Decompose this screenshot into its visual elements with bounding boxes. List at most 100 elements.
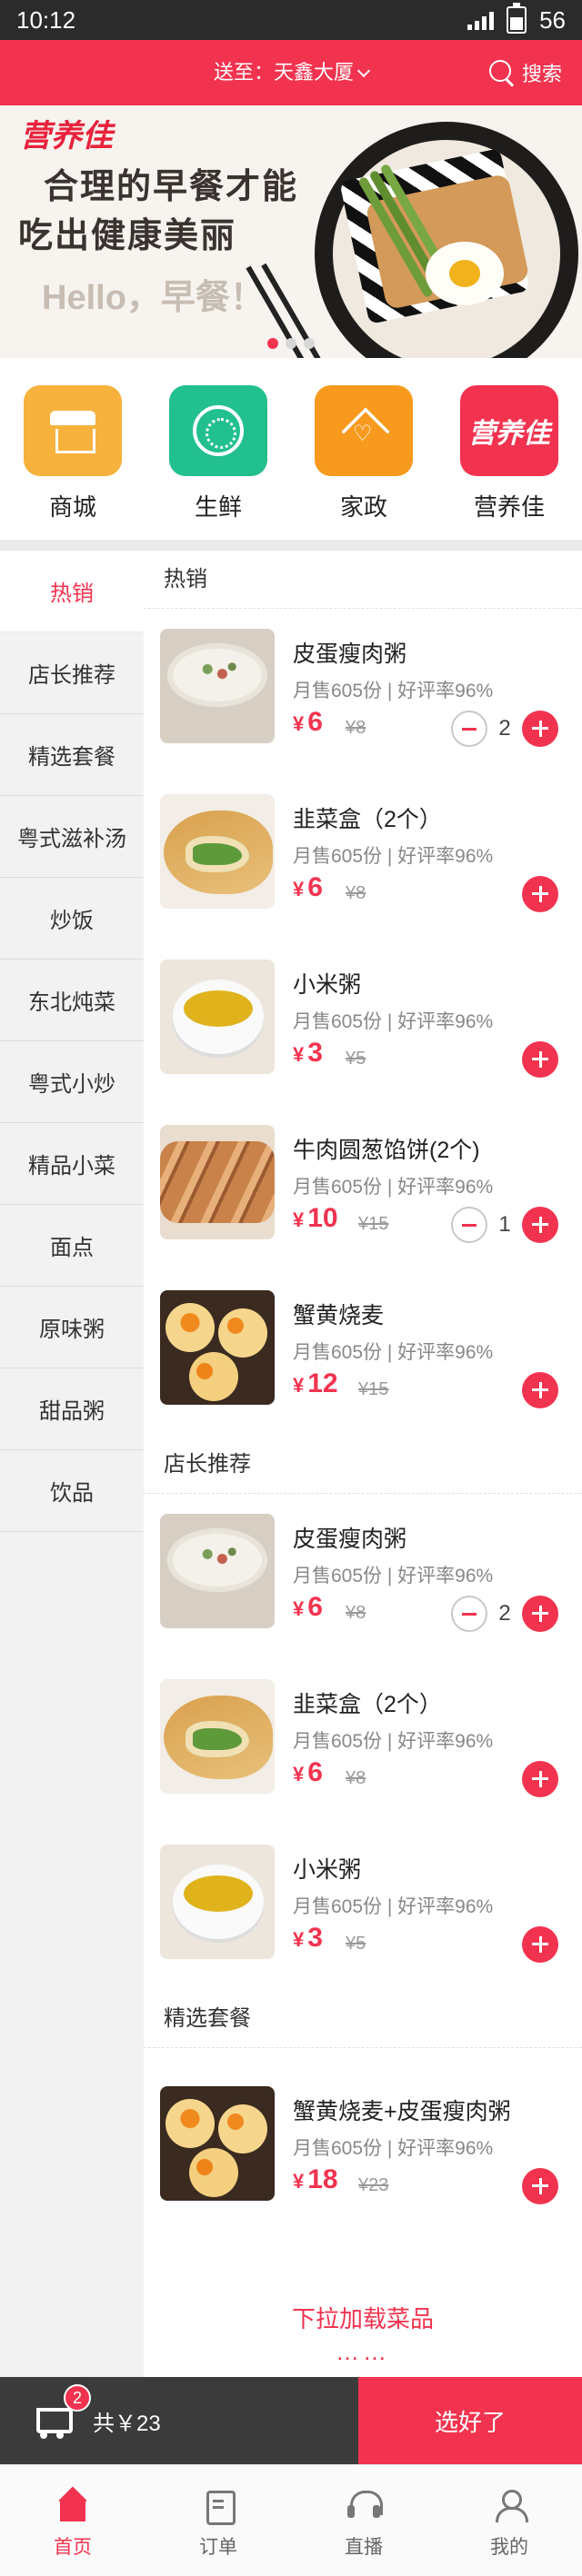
load-more-label[interactable]: 下拉加载菜品 bbox=[144, 2301, 582, 2334]
quantity-stepper: 2 bbox=[451, 1596, 558, 1632]
product-stats: 月售605份 | 好评率96% bbox=[293, 1566, 494, 1586]
battery-icon bbox=[507, 3, 527, 34]
product-image bbox=[160, 1514, 275, 1628]
add-to-cart-button[interactable] bbox=[522, 1926, 558, 1963]
quantity-value: 2 bbox=[498, 716, 511, 741]
sidebar-item-manager-pick[interactable]: 店长推荐 bbox=[0, 632, 144, 714]
product-item[interactable]: 蟹黄烧麦 月售605份 | 好评率96% ¥12 ¥15 bbox=[144, 1270, 582, 1436]
banner-dot[interactable] bbox=[267, 338, 278, 349]
decrease-quantity-button[interactable] bbox=[451, 711, 487, 747]
product-price: ¥18 bbox=[293, 2164, 338, 2195]
banner-pagination bbox=[0, 338, 582, 349]
add-to-cart-button[interactable] bbox=[522, 1041, 558, 1078]
category-label: 家政 bbox=[339, 493, 387, 521]
category-store[interactable]: 商城 bbox=[18, 385, 127, 540]
quantity-stepper bbox=[522, 1761, 558, 1797]
fresh-icon bbox=[169, 385, 267, 476]
decrease-quantity-button[interactable] bbox=[451, 1596, 487, 1632]
product-item[interactable]: 韭菜盒（2个） 月售605份 | 好评率96% ¥6 ¥8 bbox=[144, 1659, 582, 1825]
product-price: ¥6 bbox=[293, 1757, 323, 1788]
product-price: ¥12 bbox=[293, 1368, 338, 1399]
add-to-cart-button[interactable] bbox=[522, 1761, 558, 1797]
quantity-stepper bbox=[522, 1041, 558, 1078]
product-rating: 好评率96% bbox=[397, 1896, 494, 1917]
product-name: 韭菜盒（2个） bbox=[293, 807, 442, 832]
category-nutrition[interactable]: 营养佳 营养佳 bbox=[455, 385, 564, 540]
product-image bbox=[160, 1679, 275, 1794]
tab-profile[interactable]: 我的 bbox=[436, 2465, 582, 2576]
product-rating: 好评率96% bbox=[397, 1011, 494, 1032]
banner-slogan-line1: 合理的早餐才能 bbox=[44, 168, 299, 206]
product-item[interactable]: 小米粥 月售605份 | 好评率96% ¥3 ¥5 bbox=[144, 1825, 582, 1990]
sidebar-item-northeast-stew[interactable]: 东北炖菜 bbox=[0, 960, 144, 1041]
order-icon bbox=[201, 2489, 236, 2525]
status-bar: 10:12 56 bbox=[0, 0, 582, 40]
cart-summary[interactable]: 2 共￥23 bbox=[0, 2377, 358, 2464]
product-item[interactable]: 蟹黄烧麦+皮蛋瘦肉粥 月售605份 | 好评率96% ¥18 ¥23 bbox=[144, 2066, 582, 2232]
sidebar-item-cantonese-soup[interactable]: 粤式滋补汤 bbox=[0, 796, 144, 878]
add-to-cart-button[interactable] bbox=[522, 876, 558, 912]
cart-icon[interactable] bbox=[31, 2402, 73, 2439]
status-time: 10:12 bbox=[16, 5, 76, 34]
product-item[interactable]: 小米粥 月售605份 | 好评率96% ¥3 ¥5 bbox=[144, 940, 582, 1105]
product-item[interactable]: 牛肉圆葱馅饼(2个) 月售605份 | 好评率96% ¥10 ¥15 1 bbox=[144, 1105, 582, 1270]
tab-label: 直播 bbox=[345, 2537, 383, 2558]
add-to-cart-button[interactable] bbox=[522, 711, 558, 747]
search-button[interactable]: 搜索 bbox=[488, 40, 562, 105]
product-list[interactable]: 热销 皮蛋瘦肉粥 月售605份 | 好评率96% ¥6 ¥8 2 韭菜盒（2个）… bbox=[144, 551, 582, 2377]
product-sales: 月售605份 bbox=[293, 2138, 383, 2159]
product-old-price: ¥8 bbox=[346, 1768, 366, 1788]
add-to-cart-button[interactable] bbox=[522, 1596, 558, 1632]
product-item[interactable]: 皮蛋瘦肉粥 月售605份 | 好评率96% ¥6 ¥8 2 bbox=[144, 609, 582, 774]
category-fresh[interactable]: 生鲜 bbox=[164, 385, 273, 540]
product-sales: 月售605份 bbox=[293, 1177, 383, 1198]
quantity-stepper bbox=[522, 876, 558, 912]
product-image bbox=[160, 2086, 275, 2201]
sidebar-item-fried-rice[interactable]: 炒饭 bbox=[0, 878, 144, 960]
promo-banner[interactable]: 营养佳 合理的早餐才能 吃出健康美丽 Hello，早餐！ bbox=[0, 105, 582, 358]
chevron-down-icon bbox=[356, 64, 371, 78]
price-value: 3 bbox=[307, 1923, 323, 1953]
tab-home[interactable]: 首页 bbox=[0, 2465, 146, 2576]
product-price: ¥3 bbox=[293, 1038, 323, 1069]
sidebar-item-set-meals[interactable]: 精选套餐 bbox=[0, 714, 144, 796]
currency-symbol: ¥ bbox=[293, 1374, 305, 1397]
product-old-price: ¥15 bbox=[358, 1214, 389, 1234]
product-image bbox=[160, 1125, 275, 1239]
tab-orders[interactable]: 订单 bbox=[146, 2465, 291, 2576]
category-housekeeping[interactable]: 家政 bbox=[309, 385, 418, 540]
cart-total: 共￥23 bbox=[93, 2411, 161, 2436]
sidebar-item-drinks[interactable]: 饮品 bbox=[0, 1450, 144, 1532]
sidebar-item-side-dishes[interactable]: 精品小菜 bbox=[0, 1123, 144, 1205]
tab-live[interactable]: 直播 bbox=[291, 2465, 436, 2576]
section-title: 热销 bbox=[144, 551, 582, 609]
sidebar-item-pastry[interactable]: 面点 bbox=[0, 1205, 144, 1287]
sidebar-item-hot[interactable]: 热销 bbox=[0, 551, 144, 632]
checkout-button[interactable]: 选好了 bbox=[358, 2377, 582, 2464]
quantity-stepper bbox=[522, 1372, 558, 1408]
price-value: 3 bbox=[307, 1038, 323, 1068]
tab-label: 我的 bbox=[490, 2537, 528, 2558]
banner-dot[interactable] bbox=[304, 338, 315, 349]
product-price: ¥3 bbox=[293, 1923, 323, 1954]
sidebar-item-plain-congee[interactable]: 原味粥 bbox=[0, 1287, 144, 1368]
product-name: 韭菜盒（2个） bbox=[293, 1692, 442, 1717]
battery-level: 56 bbox=[539, 5, 566, 34]
product-rating: 好评率96% bbox=[397, 1731, 494, 1752]
product-item[interactable]: 韭菜盒（2个） 月售605份 | 好评率96% ¥6 ¥8 bbox=[144, 774, 582, 940]
cart-bar: 2 共￥23 选好了 bbox=[0, 2377, 582, 2464]
search-label: 搜索 bbox=[521, 63, 562, 85]
price-value: 12 bbox=[307, 1368, 338, 1398]
sidebar-item-cantonese-stirfry[interactable]: 粤式小炒 bbox=[0, 1041, 144, 1123]
banner-dot[interactable] bbox=[286, 338, 296, 349]
add-to-cart-button[interactable] bbox=[522, 1207, 558, 1243]
sidebar-item-sweet-congee[interactable]: 甜品粥 bbox=[0, 1368, 144, 1450]
add-to-cart-button[interactable] bbox=[522, 2168, 558, 2204]
product-item[interactable]: 皮蛋瘦肉粥 月售605份 | 好评率96% ¥6 ¥8 2 bbox=[144, 1494, 582, 1659]
headset-icon bbox=[346, 2489, 383, 2521]
product-rating: 好评率96% bbox=[397, 1566, 494, 1586]
product-stats: 月售605份 | 好评率96% bbox=[293, 1011, 494, 1032]
add-to-cart-button[interactable] bbox=[522, 1372, 558, 1408]
product-rating: 好评率96% bbox=[397, 1177, 494, 1198]
decrease-quantity-button[interactable] bbox=[451, 1207, 487, 1243]
